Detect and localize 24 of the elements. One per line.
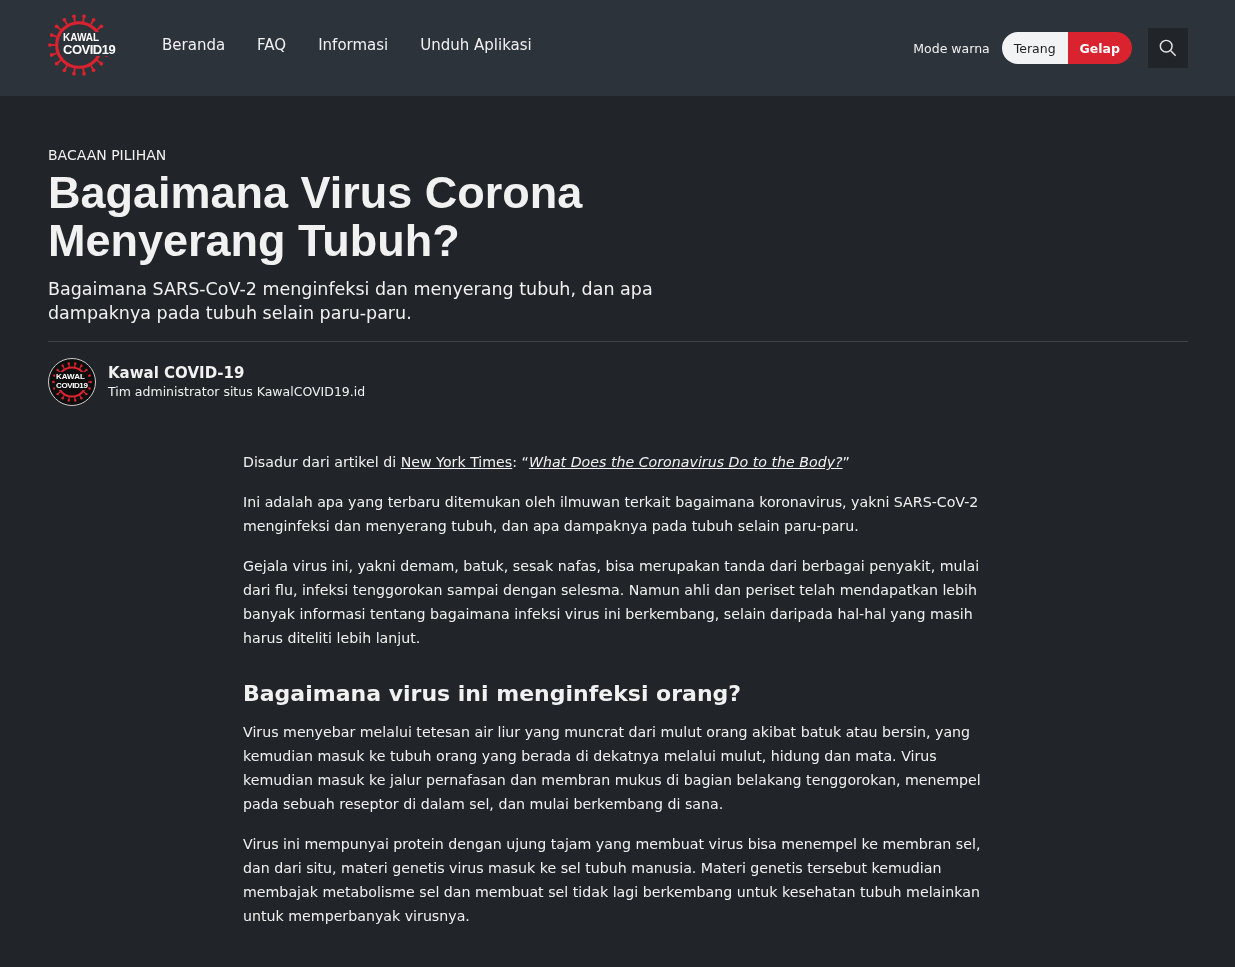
paragraph: Disadur dari artikel di New York Times: “What Does the Coronavirus Do to the Body?” xyxy=(243,453,851,472)
section-label: BACAAN PILIHAN xyxy=(48,146,168,165)
author-avatar: KAWAL COVID19 xyxy=(48,358,96,406)
nav-link[interactable]: Informasi xyxy=(318,36,389,54)
color-mode-option[interactable]: Terang xyxy=(1001,32,1068,64)
nav-link[interactable]: Unduh Aplikasi xyxy=(420,36,532,54)
search-icon xyxy=(1159,39,1177,57)
nav-link[interactable]: FAQ xyxy=(257,36,287,54)
nav-link[interactable]: Beranda xyxy=(162,36,226,54)
article-title: Bagaimana Virus Corona Menyerang Tubuh? xyxy=(48,169,584,265)
paragraph: Virus menyebar melalui tetesan air liur yang muncrat dari mulut orang akibat batuk atau bersin, yang kemudian masuk ke tubuh orang yang berada di dekatnya melalui mulut, hidung dan mata. Virus kemudian masuk ke jalur pernafasan dan membran mukus di bagian belakang tenggorokan, menempel pada sebuah reseptor di dalam sel, dan mulai berkembang di sana. xyxy=(243,723,982,814)
section-heading: Bagaimana virus ini menginfeksi orang? xyxy=(243,680,743,708)
article-subtitle: Bagaimana SARS-CoV-2 menginfeksi dan menyerang tubuh, dan apa dampaknya pada tubuh selain paru-paru. xyxy=(48,278,654,325)
color-mode-option[interactable]: Gelap xyxy=(1067,32,1132,64)
article-link[interactable]: What Does the Coronavirus Do to the Body? xyxy=(528,454,843,470)
paragraph: Ini adalah apa yang terbaru ditemukan oleh ilmuwan terkait bagaimana koronavirus, yakni SARS-CoV-2 menginfeksi dan menyerang tubuh, dan apa dampaknya pada tubuh selain paru-paru. xyxy=(243,493,980,536)
author-name: Kawal COVID-19 xyxy=(108,363,246,383)
site-logo[interactable]: KAWAL COVID19 xyxy=(48,14,128,76)
color-mode-label: Mode warna xyxy=(913,40,990,56)
author-bio: Tim administrator situs KawalCOVID19.id xyxy=(108,383,366,401)
paragraph: Virus ini mempunyai protein dengan ujung tajam yang membuat virus bisa menempel ke membran sel, dan dari situ, materi genetis virus masuk ke sel tubuh manusia. Materi genetis tersebut kemudian membajak metabolisme sel dan membuat sel tidak lagi berkembang untuk kesehatan tubuh melainkan untuk memperbanyak virusnya. xyxy=(243,835,982,926)
search-button[interactable] xyxy=(1148,28,1188,68)
article-link[interactable]: New York Times xyxy=(400,454,513,470)
paragraph: Gejala virus ini, yakni demam, batuk, sesak nafas, bisa merupakan tanda dari berbagai penyakit, mulai dari flu, infeksi tenggorokan sampai dengan selesma. Namun ahli dan periset telah mendapatkan lebih banyak informasi tentang bagaimana infeksi virus ini berkembang, selain daripada hal-hal yang masih harus diteliti lebih lanjut. xyxy=(243,557,981,648)
